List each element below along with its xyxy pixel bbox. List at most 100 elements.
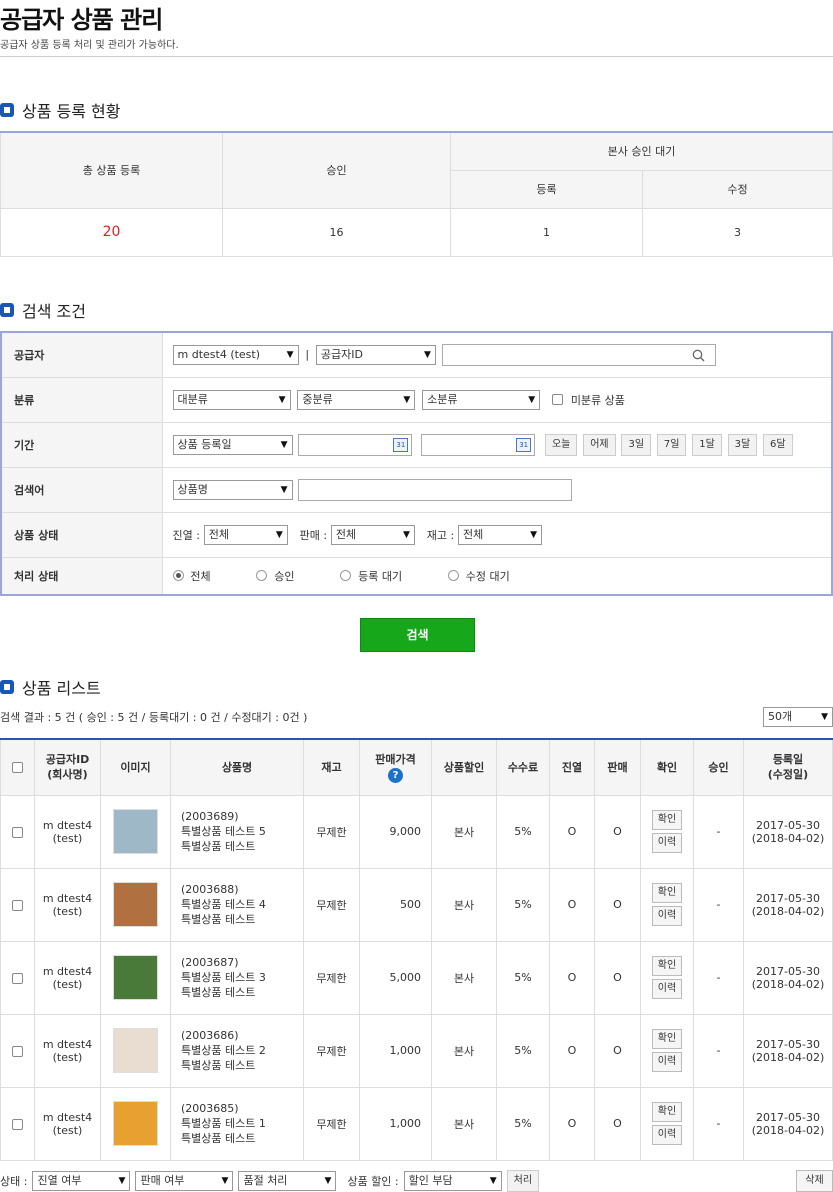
approve-header: 승인 <box>693 738 744 796</box>
small-category-select[interactable]: 소분류 <box>422 389 541 410</box>
bulk-process-button[interactable]: 처리 <box>506 1170 540 1192</box>
row-history-button[interactable]: 이력 <box>652 906 682 926</box>
help-icon[interactable]: ? <box>388 767 403 783</box>
bulk-discount-label: 상품 할인 : <box>347 1175 399 1188</box>
supplier-search-input[interactable] <box>441 343 716 366</box>
period-yesterday-button[interactable]: 어제 <box>583 433 616 456</box>
company-name: (test) <box>52 977 83 991</box>
row-confirm-button[interactable]: 확인 <box>652 956 682 976</box>
delete-button[interactable]: 삭제 <box>796 1170 833 1192</box>
price-cell: 1,000 <box>359 1013 432 1088</box>
pending-register-count[interactable]: 1 <box>450 207 643 257</box>
row-confirm-button[interactable]: 확인 <box>652 1102 682 1122</box>
product-thumbnail[interactable] <box>113 1101 158 1146</box>
row-checkbox[interactable] <box>12 826 23 838</box>
row-checkbox[interactable] <box>12 899 23 911</box>
supplier-id-header: 공급자ID (회사명) <box>34 738 101 796</box>
row-checkbox[interactable] <box>12 972 23 984</box>
list-section-title: 상품 리스트 <box>0 675 101 699</box>
date-type-select[interactable]: 상품 등록일 <box>172 434 293 455</box>
supplier-field-select[interactable]: 공급자ID <box>315 344 436 365</box>
approve-cell: - <box>693 940 744 1015</box>
stock-cell: 무제한 <box>303 1086 360 1161</box>
end-date-input[interactable]: 31 <box>421 433 536 456</box>
keyword-field-select[interactable]: 상품명 <box>172 479 293 500</box>
period-1month-button[interactable]: 1달 <box>692 433 722 456</box>
large-category-select[interactable]: 대분류 <box>172 389 291 410</box>
process-status-register-pending-radio[interactable] <box>340 570 352 582</box>
category-label: 분류 <box>1 377 163 423</box>
confirm-cell: 확인이력 <box>640 867 694 942</box>
period-3days-button[interactable]: 3일 <box>621 433 652 456</box>
product-code: (2003685) <box>181 1102 239 1115</box>
bulk-display-select[interactable]: 진열 여부 <box>32 1171 131 1191</box>
process-status-modify-pending-radio[interactable] <box>447 570 459 582</box>
bulk-sale-select[interactable]: 판매 여부 <box>135 1171 234 1191</box>
product-thumbnail[interactable] <box>113 809 158 854</box>
stock-status-select[interactable]: 전체 <box>458 524 542 545</box>
product-name-link[interactable]: 특별상품 테스트 1 <box>181 1117 266 1130</box>
row-confirm-button[interactable]: 확인 <box>652 883 682 903</box>
product-code: (2003686) <box>181 1029 239 1042</box>
confirm-cell: 확인이력 <box>640 1086 694 1161</box>
period-7days-button[interactable]: 7일 <box>656 433 687 456</box>
product-subname: 특별상품 테스트 <box>181 1059 256 1072</box>
fee-cell: 5% <box>496 794 550 869</box>
row-confirm-button[interactable]: 확인 <box>652 810 682 830</box>
product-name-link[interactable]: 특별상품 테스트 3 <box>181 971 266 984</box>
row-confirm-button[interactable]: 확인 <box>652 1029 682 1049</box>
row-history-button[interactable]: 이력 <box>652 979 682 999</box>
supplier-select[interactable]: m dtest4 (test) <box>172 344 299 365</box>
approve-cell: - <box>693 794 744 869</box>
period-today-button[interactable]: 오늘 <box>544 433 578 456</box>
product-name-link[interactable]: 특별상품 테스트 5 <box>181 825 266 838</box>
modified-date: (2018-04-02) <box>751 904 825 918</box>
start-date-input[interactable]: 31 <box>298 433 413 456</box>
row-history-button[interactable]: 이력 <box>652 833 682 853</box>
sale-cell: O <box>594 940 641 1015</box>
supplier-id-header-line2: (회사명) <box>47 768 88 782</box>
row-checkbox[interactable] <box>12 1045 23 1057</box>
bulk-action-bar: 상태 : 진열 여부 판매 여부 품절 처리 상품 할인 : 할인 부담 처리 <box>0 1170 540 1192</box>
row-checkbox[interactable] <box>12 1118 23 1130</box>
title-divider <box>0 56 833 57</box>
row-history-button[interactable]: 이력 <box>652 1125 682 1145</box>
discount-cell: 본사 <box>431 794 497 869</box>
product-thumbnail[interactable] <box>113 1028 158 1073</box>
product-thumbnail[interactable] <box>113 882 158 927</box>
calendar-icon[interactable]: 31 <box>516 437 532 452</box>
registration-date: 2017-05-30 <box>756 818 820 832</box>
status-table: 총 상품 등록 승인 본사 승인 대기 등록 수정 20 16 1 3 <box>0 131 833 257</box>
sale-cell: O <box>594 1013 641 1088</box>
supplier-cell: m dtest4 (test) <box>34 794 101 869</box>
search-button[interactable]: 검색 <box>360 618 475 652</box>
product-thumbnail[interactable] <box>113 955 158 1000</box>
process-status-all-radio[interactable] <box>172 570 184 582</box>
confirm-cell: 확인이력 <box>640 940 694 1015</box>
bulk-soldout-select[interactable]: 품절 처리 <box>238 1171 337 1191</box>
medium-category-select[interactable]: 중분류 <box>297 389 416 410</box>
select-all-checkbox[interactable] <box>12 762 23 774</box>
period-3months-button[interactable]: 3달 <box>727 433 758 456</box>
row-history-button[interactable]: 이력 <box>652 1052 682 1072</box>
period-6months-button[interactable]: 6달 <box>763 433 793 456</box>
total-count[interactable]: 20 <box>0 207 223 257</box>
calendar-icon[interactable]: 31 <box>393 437 409 452</box>
approved-count[interactable]: 16 <box>222 207 451 257</box>
uncategorized-checkbox[interactable] <box>551 394 563 405</box>
product-name-cell: (2003689) 특별상품 테스트 5 특별상품 테스트 <box>170 794 304 869</box>
product-name-link[interactable]: 특별상품 테스트 2 <box>181 1044 266 1057</box>
process-status-approved-radio[interactable] <box>256 570 268 582</box>
product-name-link[interactable]: 특별상품 테스트 4 <box>181 898 266 911</box>
per-page-select[interactable]: 50개 <box>763 707 833 727</box>
keyword-input[interactable] <box>298 478 573 501</box>
fee-cell: 5% <box>496 867 550 942</box>
bulk-discount-select[interactable]: 할인 부담 <box>403 1171 502 1191</box>
sale-status-select[interactable]: 전체 <box>330 524 415 545</box>
pending-modify-count[interactable]: 3 <box>642 207 833 257</box>
search-conditions-table: 공급자 m dtest4 (test) | 공급자ID 분류 대분류 중분류 소… <box>0 331 833 596</box>
price-cell: 9,000 <box>359 794 432 869</box>
discount-cell: 본사 <box>431 940 497 1015</box>
display-status-select[interactable]: 전체 <box>203 524 288 545</box>
search-icon[interactable] <box>692 349 705 362</box>
